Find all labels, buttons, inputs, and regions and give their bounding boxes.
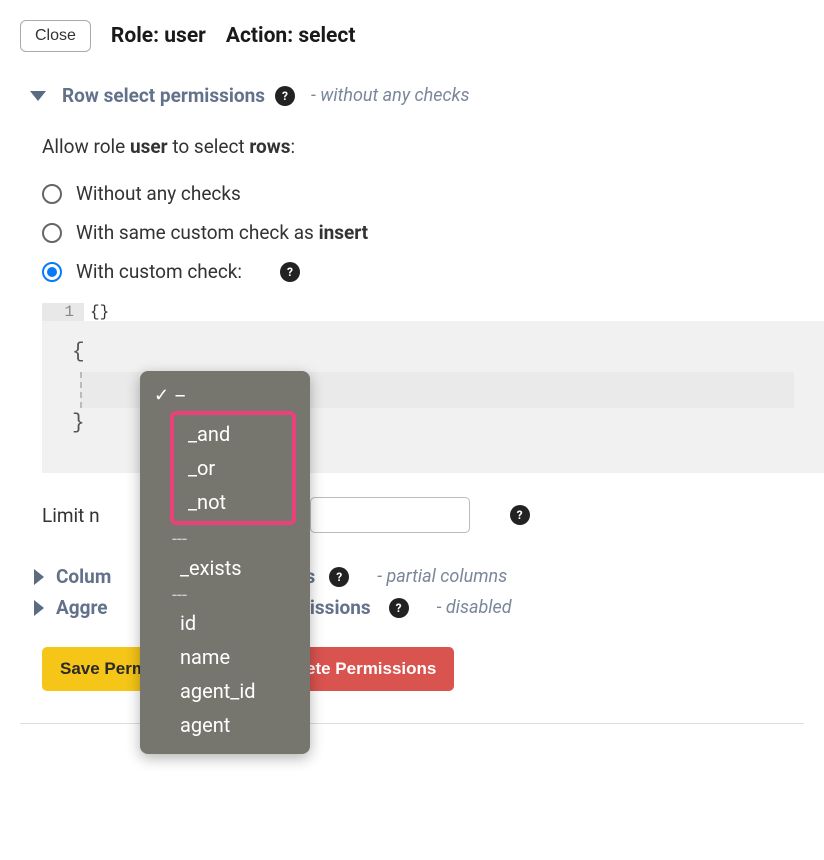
help-icon[interactable]: ? [275,86,295,106]
bottom-divider [20,723,804,724]
limit-input[interactable] [310,497,470,533]
dropdown-selected[interactable]: ✓ -- [154,381,296,409]
dropdown-item-name[interactable]: name [172,640,296,674]
radio-same-as-insert[interactable]: With same custom check as insert [42,221,804,244]
dropdown-item-agent[interactable]: agent [172,708,296,742]
dropdown-divider: --- [172,585,296,607]
dropdown-item-id[interactable]: id [172,606,296,640]
row-permissions-content: Allow role user to select rows: Without … [42,135,804,691]
row-permissions-title: Row select permissions ? [62,84,295,107]
help-icon[interactable]: ? [510,505,530,525]
radio-icon [42,223,62,243]
dropdown-item-agent-id[interactable]: agent_id [172,674,296,708]
radio-custom-check[interactable]: With custom check: ? [42,260,804,283]
aggregation-permissions-status: - disabled [437,597,512,618]
line-number-gutter: 1 [42,303,84,321]
chevron-right-icon [34,600,44,616]
dropdown-item-or[interactable]: _or [180,451,286,485]
radio-icon [42,184,62,204]
help-icon[interactable]: ? [329,567,349,587]
chevron-right-icon [34,569,44,585]
radio-icon-selected [42,262,62,282]
autocomplete-dropdown[interactable]: ✓ -- _and _or _not --- _exists --- id na… [140,371,310,754]
action-label-text: Action: select [226,24,356,48]
radio-without-label: Without any checks [76,182,241,205]
aggregation-permissions-title-prefix: Aggre [56,596,108,619]
dropdown-item-not[interactable]: _not [180,485,286,519]
close-button[interactable]: Close [20,20,91,52]
dropdown-item-and[interactable]: _and [180,417,286,451]
limit-label: Limit n [42,504,100,527]
radio-group: Without any checks With same custom chec… [42,182,804,283]
row-permissions-status: - without any checks [311,85,470,106]
open-brace: { [72,341,794,364]
line-content[interactable]: {} [84,303,109,321]
column-permissions-title-prefix: Colum [56,565,111,588]
code-body[interactable]: { } ✓ -- _and _or _not --- _exists --- i… [42,321,824,473]
radio-inner-dot [47,267,57,277]
highlighted-operators: _and _or _not [170,411,296,525]
row-permissions-section-header[interactable]: Row select permissions ? - without any c… [30,84,804,107]
chevron-down-icon [30,91,46,101]
help-icon[interactable]: ? [280,262,300,282]
code-line-row: 1 {} [42,303,804,321]
row-permissions-title-text: Row select permissions [62,84,265,107]
dropdown-item-exists[interactable]: _exists [172,551,296,585]
dropdown-divider: --- [172,529,296,551]
role-label-text: Role: user [111,24,206,48]
radio-same-label: With same custom check as insert [76,221,368,244]
action-label: Action: select [226,24,356,48]
role-label: Role: user [111,24,206,48]
dropdown-selected-label: -- [175,383,184,407]
radio-custom-label: With custom check: [76,260,242,283]
code-editor[interactable]: 1 {} { } ✓ -- _and _or _not --- _exists … [42,303,804,473]
radio-without-checks[interactable]: Without any checks [42,182,804,205]
help-icon[interactable]: ? [389,598,409,618]
checkmark-icon: ✓ [154,385,169,406]
header-row: Close Role: user Action: select [20,20,804,52]
allow-text: Allow role user to select rows: [42,135,804,158]
column-permissions-status: - partial columns [377,566,507,587]
